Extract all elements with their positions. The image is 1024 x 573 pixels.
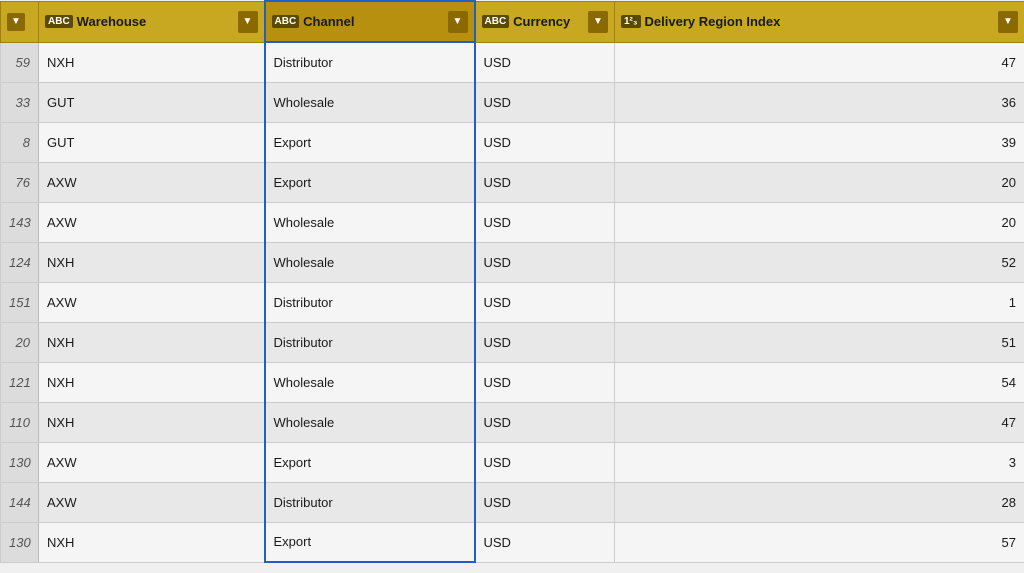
cell-channel: Distributor — [265, 322, 475, 362]
cell-channel: Export — [265, 162, 475, 202]
table-row: 59NXHDistributorUSD47 — [1, 42, 1024, 82]
cell-delivery: 39 — [615, 122, 1024, 162]
cell-currency: USD — [475, 82, 615, 122]
cell-warehouse: NXH — [39, 402, 265, 442]
col-header-currency[interactable]: ABC Currency ▼ — [475, 1, 615, 42]
abc-icon-channel: ABC — [272, 15, 300, 28]
cell-currency: USD — [475, 42, 615, 82]
cell-currency: USD — [475, 402, 615, 442]
cell-delivery: 1 — [615, 282, 1024, 322]
dropdown-icon-warehouse[interactable]: ▼ — [238, 11, 258, 33]
cell-currency: USD — [475, 282, 615, 322]
cell-channel: Wholesale — [265, 202, 475, 242]
cell-index: 8 — [1, 122, 39, 162]
table-row: 121NXHWholesaleUSD54 — [1, 362, 1024, 402]
data-table: ▼ ABC Warehouse ▼ ABC Channel ▼ — [0, 0, 1024, 573]
cell-delivery: 57 — [615, 522, 1024, 562]
table-row: 143AXWWholesaleUSD20 — [1, 202, 1024, 242]
table-row: 151AXWDistributorUSD1 — [1, 282, 1024, 322]
cell-channel: Distributor — [265, 42, 475, 82]
cell-index: 130 — [1, 442, 39, 482]
cell-index: 76 — [1, 162, 39, 202]
table-row: 20NXHDistributorUSD51 — [1, 322, 1024, 362]
cell-delivery: 51 — [615, 322, 1024, 362]
abc-icon-warehouse: ABC — [45, 15, 73, 28]
table-row: 130AXWExportUSD3 — [1, 442, 1024, 482]
sort-icon-index[interactable]: ▼ — [7, 13, 25, 31]
col-label-warehouse: Warehouse — [77, 14, 147, 29]
table-row: 8GUTExportUSD39 — [1, 122, 1024, 162]
col-header-delivery[interactable]: 1²₃ Delivery Region Index ▼ — [615, 1, 1024, 42]
cell-currency: USD — [475, 522, 615, 562]
cell-channel: Export — [265, 442, 475, 482]
cell-currency: USD — [475, 362, 615, 402]
num-icon-delivery: 1²₃ — [621, 15, 641, 28]
cell-delivery: 28 — [615, 482, 1024, 522]
cell-warehouse: AXW — [39, 442, 265, 482]
col-label-channel: Channel — [303, 14, 354, 29]
cell-delivery: 47 — [615, 402, 1024, 442]
cell-currency: USD — [475, 482, 615, 522]
cell-index: 151 — [1, 282, 39, 322]
cell-delivery: 20 — [615, 162, 1024, 202]
cell-channel: Distributor — [265, 482, 475, 522]
table-row: 110NXHWholesaleUSD47 — [1, 402, 1024, 442]
cell-currency: USD — [475, 122, 615, 162]
cell-index: 144 — [1, 482, 39, 522]
cell-warehouse: AXW — [39, 282, 265, 322]
cell-delivery: 54 — [615, 362, 1024, 402]
dropdown-icon-delivery[interactable]: ▼ — [998, 11, 1018, 33]
col-header-warehouse[interactable]: ABC Warehouse ▼ — [39, 1, 265, 42]
dropdown-icon-channel[interactable]: ▼ — [448, 11, 468, 33]
cell-warehouse: GUT — [39, 122, 265, 162]
cell-index: 121 — [1, 362, 39, 402]
cell-currency: USD — [475, 442, 615, 482]
cell-index: 143 — [1, 202, 39, 242]
col-header-index[interactable]: ▼ — [1, 1, 39, 42]
cell-index: 110 — [1, 402, 39, 442]
cell-index: 20 — [1, 322, 39, 362]
cell-channel: Wholesale — [265, 242, 475, 282]
cell-warehouse: AXW — [39, 482, 265, 522]
abc-icon-currency: ABC — [482, 15, 510, 28]
cell-channel: Wholesale — [265, 402, 475, 442]
cell-index: 124 — [1, 242, 39, 282]
cell-delivery: 3 — [615, 442, 1024, 482]
table-header-row: ▼ ABC Warehouse ▼ ABC Channel ▼ — [1, 1, 1024, 42]
dropdown-icon-currency[interactable]: ▼ — [588, 11, 608, 33]
cell-currency: USD — [475, 242, 615, 282]
table-row: 33GUTWholesaleUSD36 — [1, 82, 1024, 122]
cell-warehouse: AXW — [39, 162, 265, 202]
cell-channel: Distributor — [265, 282, 475, 322]
cell-index: 130 — [1, 522, 39, 562]
cell-warehouse: AXW — [39, 202, 265, 242]
cell-warehouse: NXH — [39, 362, 265, 402]
col-header-channel[interactable]: ABC Channel ▼ — [265, 1, 475, 42]
cell-delivery: 36 — [615, 82, 1024, 122]
col-label-currency: Currency — [513, 14, 570, 29]
cell-channel: Wholesale — [265, 362, 475, 402]
table-row: 124NXHWholesaleUSD52 — [1, 242, 1024, 282]
cell-currency: USD — [475, 162, 615, 202]
cell-channel: Export — [265, 122, 475, 162]
cell-delivery: 47 — [615, 42, 1024, 82]
cell-warehouse: NXH — [39, 322, 265, 362]
cell-index: 33 — [1, 82, 39, 122]
cell-currency: USD — [475, 322, 615, 362]
table-row: 130NXHExportUSD57 — [1, 522, 1024, 562]
cell-delivery: 52 — [615, 242, 1024, 282]
cell-warehouse: GUT — [39, 82, 265, 122]
cell-warehouse: NXH — [39, 42, 265, 82]
cell-delivery: 20 — [615, 202, 1024, 242]
cell-channel: Wholesale — [265, 82, 475, 122]
col-label-delivery: Delivery Region Index — [645, 14, 781, 29]
table-row: 76AXWExportUSD20 — [1, 162, 1024, 202]
cell-warehouse: NXH — [39, 242, 265, 282]
cell-index: 59 — [1, 42, 39, 82]
cell-warehouse: NXH — [39, 522, 265, 562]
cell-channel: Export — [265, 522, 475, 562]
cell-currency: USD — [475, 202, 615, 242]
table-row: 144AXWDistributorUSD28 — [1, 482, 1024, 522]
